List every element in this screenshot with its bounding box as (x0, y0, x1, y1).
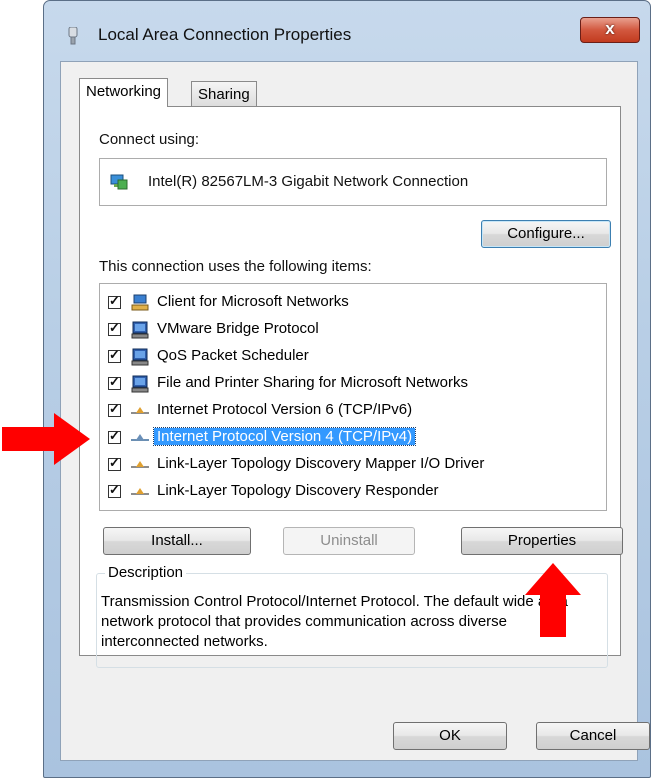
item-checkbox[interactable] (108, 401, 121, 417)
protocol-icon (131, 461, 149, 468)
protocol-icon (131, 434, 149, 441)
tab-networking[interactable]: Networking (79, 78, 169, 107)
list-item[interactable]: Internet Protocol Version 6 (TCP/IPv6) (108, 400, 588, 426)
close-button[interactable]: x (580, 17, 640, 43)
ok-button[interactable]: OK (393, 722, 507, 750)
title-bar: Local Area Connection Properties x (44, 1, 650, 63)
list-item[interactable]: VMware Bridge Protocol (108, 319, 588, 345)
list-item[interactable]: QoS Packet Scheduler (108, 346, 588, 372)
tab-sharing[interactable]: Sharing (191, 81, 257, 107)
item-label: File and Printer Sharing for Microsoft N… (157, 374, 468, 391)
annotation-arrow-up-icon (525, 563, 581, 637)
item-checkbox[interactable] (108, 482, 121, 498)
network-client-icon (131, 294, 149, 311)
item-label: Link-Layer Topology Discovery Mapper I/O… (157, 455, 485, 472)
properties-button[interactable]: Properties (461, 527, 623, 555)
annotation-arrow-right-icon (2, 413, 90, 465)
connect-using-label: Connect using: (99, 131, 200, 148)
item-label: Internet Protocol Version 6 (TCP/IPv6) (157, 401, 413, 418)
network-service-icon (131, 321, 149, 339)
list-item-selected[interactable]: Internet Protocol Version 4 (TCP/IPv4) (108, 427, 588, 453)
cancel-button[interactable]: Cancel (536, 722, 650, 750)
list-item[interactable]: Client for Microsoft Networks (108, 292, 588, 318)
network-connection-icon (68, 27, 78, 45)
item-checkbox[interactable] (108, 347, 121, 363)
install-button[interactable]: Install... (103, 527, 251, 555)
protocol-icon (131, 488, 149, 495)
network-service-icon (131, 375, 149, 393)
network-service-icon (131, 348, 149, 366)
item-checkbox[interactable] (108, 455, 121, 471)
list-item[interactable]: Link-Layer Topology Discovery Responder (108, 481, 588, 507)
item-checkbox[interactable] (108, 293, 121, 309)
list-item[interactable]: Link-Layer Topology Discovery Mapper I/O… (108, 454, 588, 480)
item-label: VMware Bridge Protocol (157, 320, 319, 337)
properties-window: Local Area Connection Properties x Netwo… (43, 0, 651, 778)
adapter-name: Intel(R) 82567LM-3 Gigabit Network Conne… (148, 173, 469, 190)
items-label: This connection uses the following items… (99, 258, 372, 275)
item-checkbox[interactable] (108, 320, 121, 336)
list-item[interactable]: File and Printer Sharing for Microsoft N… (108, 373, 588, 399)
window-title: Local Area Connection Properties (98, 25, 352, 44)
dialog-content: Networking Sharing Connect using: Intel(… (60, 61, 650, 761)
item-label: QoS Packet Scheduler (157, 347, 309, 364)
item-checkbox[interactable] (108, 374, 121, 390)
item-checkbox[interactable] (108, 428, 121, 444)
description-text: Transmission Control Protocol/Internet P… (101, 593, 568, 650)
adapter-field: Intel(R) 82567LM-3 Gigabit Network Conne… (99, 158, 607, 206)
protocol-icon (131, 407, 149, 414)
description-legend: Description (105, 564, 187, 581)
uninstall-button[interactable]: Uninstall (283, 527, 415, 555)
items-list[interactable]: Client for Microsoft Networks VMware Bri… (99, 283, 607, 511)
item-label: Link-Layer Topology Discovery Responder (157, 482, 439, 499)
item-label: Client for Microsoft Networks (157, 293, 349, 310)
item-label: Internet Protocol Version 4 (TCP/IPv4) (152, 427, 417, 446)
network-adapter-icon (110, 174, 128, 190)
close-icon: x (605, 19, 615, 38)
configure-button[interactable]: Configure... (481, 220, 611, 248)
